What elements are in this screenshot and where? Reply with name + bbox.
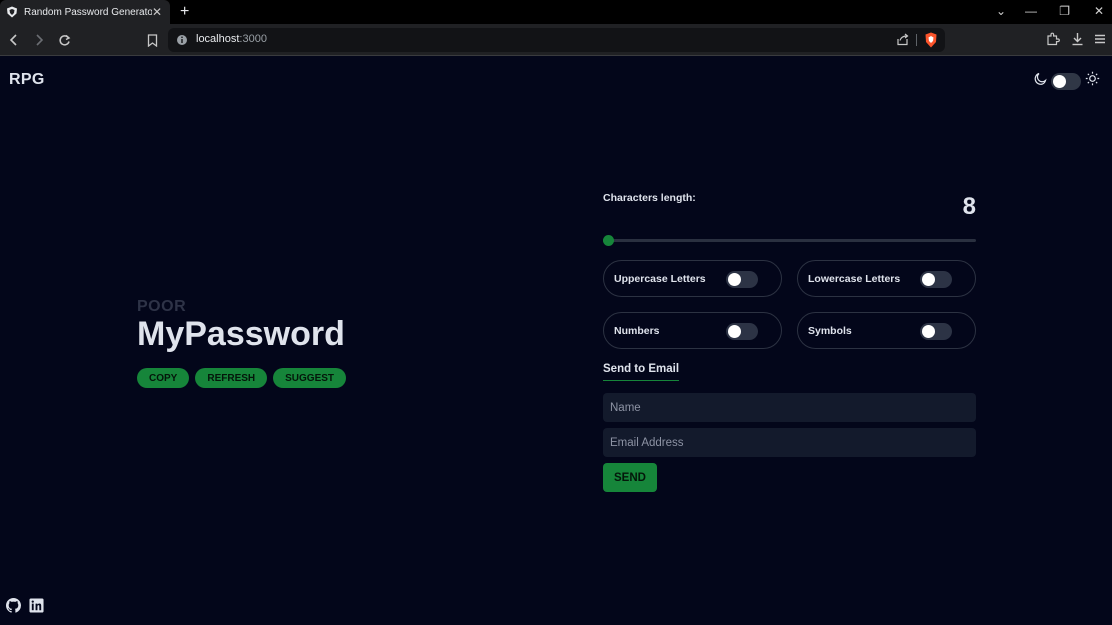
app-logo[interactable]: RPG: [9, 71, 45, 89]
send-button[interactable]: SEND: [603, 463, 657, 492]
send-to-email-heading: Send to Email: [603, 363, 680, 381]
lowercase-toggle[interactable]: [920, 271, 952, 288]
minimize-icon[interactable]: —: [1025, 4, 1037, 18]
copy-button[interactable]: COPY: [137, 368, 190, 388]
tab-close-icon[interactable]: ✕: [152, 5, 162, 19]
slider-thumb[interactable]: [603, 235, 614, 246]
theme-toggle[interactable]: [1051, 72, 1081, 90]
length-slider[interactable]: [603, 233, 976, 247]
url-text: localhost:3000: [196, 33, 267, 45]
toggle-knob: [728, 325, 741, 338]
browser-tab-bar: Random Password Generator Tool ✕ + ⌄ — ❐…: [0, 0, 1112, 24]
length-value: 8: [962, 193, 976, 220]
sun-icon: [1085, 71, 1100, 91]
share-icon[interactable]: [896, 33, 909, 51]
password-strength: POOR: [137, 298, 187, 315]
option-lowercase-label: Lowercase Letters: [808, 272, 901, 285]
slider-track: [603, 239, 976, 242]
app-page: RPG POOR MyPassword COPY REFRESH SUGGEST…: [0, 57, 1112, 625]
name-input[interactable]: [603, 393, 976, 422]
address-bar[interactable]: localhost:3000: [168, 28, 945, 52]
symbols-toggle[interactable]: [920, 323, 952, 340]
linkedin-icon[interactable]: [29, 598, 44, 618]
refresh-button[interactable]: REFRESH: [195, 368, 268, 388]
url-host: localhost: [196, 33, 240, 45]
theme-toggle-group: [1033, 71, 1100, 91]
shield-icon: [7, 6, 17, 18]
forward-icon[interactable]: [31, 32, 47, 48]
toggle-knob: [922, 273, 935, 286]
toggle-knob: [922, 325, 935, 338]
toggle-knob: [728, 273, 741, 286]
back-icon[interactable]: [6, 32, 22, 48]
browser-toolbar: localhost:3000: [0, 24, 1112, 56]
option-numbers-label: Numbers: [614, 324, 660, 337]
site-info-icon[interactable]: [176, 33, 188, 51]
new-tab-button[interactable]: +: [180, 2, 189, 22]
menu-icon[interactable]: [1094, 32, 1106, 50]
theme-toggle-knob: [1053, 74, 1066, 88]
option-numbers[interactable]: Numbers: [603, 312, 782, 349]
password-actions: COPY REFRESH SUGGEST: [137, 368, 347, 388]
browser-tab[interactable]: Random Password Generator Tool ✕: [0, 0, 170, 24]
brave-shield-icon[interactable]: [924, 32, 938, 53]
numbers-toggle[interactable]: [726, 323, 758, 340]
uppercase-toggle[interactable]: [726, 271, 758, 288]
option-uppercase[interactable]: Uppercase Letters: [603, 260, 782, 297]
length-label: Characters length:: [603, 192, 696, 204]
option-symbols[interactable]: Symbols: [797, 312, 976, 349]
omnibox-divider: [916, 34, 917, 46]
url-port: :3000: [239, 33, 267, 45]
github-icon[interactable]: [6, 598, 21, 618]
suggest-button[interactable]: SUGGEST: [273, 368, 347, 388]
social-links: [6, 598, 44, 618]
tab-title: Random Password Generator Tool: [24, 6, 152, 18]
option-symbols-label: Symbols: [808, 324, 852, 337]
settings-panel: Characters length: 8 Uppercase Letters L…: [603, 57, 976, 625]
option-uppercase-label: Uppercase Letters: [614, 272, 706, 285]
option-lowercase[interactable]: Lowercase Letters: [797, 260, 976, 297]
reload-icon[interactable]: [56, 32, 72, 48]
extensions-icon[interactable]: [1046, 32, 1060, 51]
email-input[interactable]: [603, 428, 976, 457]
window-close-icon[interactable]: ✕: [1094, 4, 1104, 18]
generated-password: MyPassword: [137, 315, 345, 353]
download-icon[interactable]: [1071, 32, 1084, 51]
tab-search-icon[interactable]: ⌄: [996, 4, 1006, 18]
restore-icon[interactable]: ❐: [1059, 4, 1070, 18]
bookmark-icon[interactable]: [144, 32, 160, 48]
moon-icon: [1033, 72, 1047, 91]
